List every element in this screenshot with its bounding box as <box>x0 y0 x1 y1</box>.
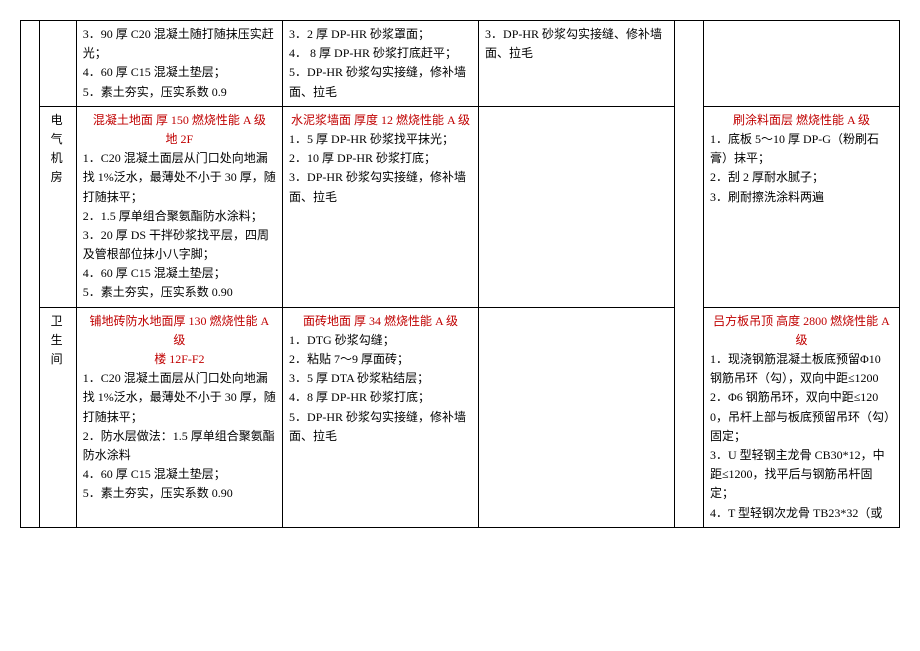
cell-item: 3．2 厚 DP-HR 砂浆罩面； <box>289 25 472 44</box>
cell-item: 2．防水层做法：1.5 厚单组合聚氨酯防水涂料 <box>83 427 276 465</box>
cell-subtitle: 楼 12F-F2 <box>83 350 276 369</box>
cell-item: 1．C20 混凝土面层从门口处向地漏找 1%泛水，最薄处不小于 30 厚，随打随… <box>83 149 276 207</box>
cell-item: 5．素土夯实，压实系数 0.9 <box>83 83 276 102</box>
cell-item: 4． 8 厚 DP-HR 砂浆打底赶平； <box>289 44 472 63</box>
cell-item: 2．1.5 厚单组合聚氨酯防水涂料； <box>83 207 276 226</box>
col-ceiling <box>703 21 899 107</box>
cell-title: 混凝土地面 厚 150 燃烧性能 A 级 <box>83 111 276 130</box>
cell-item: 1．DTG 砂浆勾缝； <box>289 331 472 350</box>
cell-title: 水泥浆墙面 厚度 12 燃烧性能 A 级 <box>289 111 472 130</box>
col-wall: 水泥浆墙面 厚度 12 燃烧性能 A 级1．5 厚 DP-HR 砂浆找平抹光；2… <box>283 106 479 307</box>
row-label <box>39 21 76 107</box>
col-floor: 3．90 厚 C20 混凝土随打随抹压实赶光；4．60 厚 C15 混凝土垫层；… <box>76 21 282 107</box>
cell-item: 4．8 厚 DP-HR 砂浆打底； <box>289 388 472 407</box>
row-label: 电气机房 <box>39 106 76 307</box>
cell-item: 5．素土夯实，压实系数 0.90 <box>83 484 276 503</box>
cell-item: 5．素土夯实，压实系数 0.90 <box>83 283 276 302</box>
cell-item: 2．刮 2 厚耐水腻子； <box>710 168 893 187</box>
cell-title: 刷涂料面层 燃烧性能 A 级 <box>710 111 893 130</box>
cell-item: 2．Φ6 钢筋吊环，双向中距≤1200，吊杆上部与板底预留吊环（勾）固定； <box>710 388 893 446</box>
cell-item: 3．90 厚 C20 混凝土随打随抹压实赶光； <box>83 25 276 63</box>
cell-item: 3．5 厚 DTA 砂浆粘结层； <box>289 369 472 388</box>
cell-item: 4．60 厚 C15 混凝土垫层； <box>83 63 276 82</box>
cell-item: 1．现浇钢筋混凝土板底预留Φ10 钢筋吊环（勾），双向中距≤1200 <box>710 350 893 388</box>
cell-item: 4．60 厚 C15 混凝土垫层； <box>83 264 276 283</box>
cell-title: 面砖地面 厚 34 燃烧性能 A 级 <box>289 312 472 331</box>
cell-item: 3．20 厚 DS 干拌砂浆找平层，四周及管根部位抹小八字脚； <box>83 226 276 264</box>
table-row: 卫生间铺地砖防水地面厚 130 燃烧性能 A 级楼 12F-F21．C20 混凝… <box>21 307 900 527</box>
cell-item: 3．DP-HR 砂浆勾实接缝、修补墙面、拉毛 <box>485 25 668 63</box>
cell-item: 4．60 厚 C15 混凝土垫层； <box>83 465 276 484</box>
cell-item: 1．底板 5～10 厚 DP-G（粉刷石膏）抹平； <box>710 130 893 168</box>
col-extra <box>479 106 675 307</box>
col-ceiling: 吕方板吊顶 高度 2800 燃烧性能 A 级1．现浇钢筋混凝土板底预留Φ10 钢… <box>703 307 899 527</box>
cell-item: 1．C20 混凝土面层从门口处向地漏找 1%泛水，最薄处不小于 30 厚，随打随… <box>83 369 276 427</box>
col-wall: 面砖地面 厚 34 燃烧性能 A 级1．DTG 砂浆勾缝；2．粘贴 7～9 厚面… <box>283 307 479 527</box>
cell-title: 铺地砖防水地面厚 130 燃烧性能 A 级 <box>83 312 276 350</box>
cell-item: 4．T 型轻钢次龙骨 TB23*32（或 <box>710 504 893 523</box>
cell-title: 吕方板吊顶 高度 2800 燃烧性能 A 级 <box>710 312 893 350</box>
col-floor: 铺地砖防水地面厚 130 燃烧性能 A 级楼 12F-F21．C20 混凝土面层… <box>76 307 282 527</box>
col-extra <box>479 307 675 527</box>
spec-table: 3．90 厚 C20 混凝土随打随抹压实赶光；4．60 厚 C15 混凝土垫层；… <box>20 20 900 528</box>
table-row: 3．90 厚 C20 混凝土随打随抹压实赶光；4．60 厚 C15 混凝土垫层；… <box>21 21 900 107</box>
cell-item: 2．10 厚 DP-HR 砂浆打底； <box>289 149 472 168</box>
cell-item: 3．刷耐擦洗涂料两遍 <box>710 188 893 207</box>
col-ceiling: 刷涂料面层 燃烧性能 A 级1．底板 5～10 厚 DP-G（粉刷石膏）抹平；2… <box>703 106 899 307</box>
row-label: 卫生间 <box>39 307 76 527</box>
col-extra: 3．DP-HR 砂浆勾实接缝、修补墙面、拉毛 <box>479 21 675 107</box>
leading-col <box>21 21 40 528</box>
cell-item: 2．粘贴 7～9 厚面砖； <box>289 350 472 369</box>
cell-item: 3．U 型轻钢主龙骨 CB30*12，中距≤1200，找平后与钢筋吊杆固定； <box>710 446 893 504</box>
spacer-col <box>675 21 704 528</box>
cell-item: 5．DP-HR 砂浆勾实接缝，修补墙面、拉毛 <box>289 63 472 101</box>
cell-item: 1．5 厚 DP-HR 砂浆找平抹光； <box>289 130 472 149</box>
col-wall: 3．2 厚 DP-HR 砂浆罩面；4． 8 厚 DP-HR 砂浆打底赶平；5．D… <box>283 21 479 107</box>
col-floor: 混凝土地面 厚 150 燃烧性能 A 级地 2F1．C20 混凝土面层从门口处向… <box>76 106 282 307</box>
table-row: 电气机房混凝土地面 厚 150 燃烧性能 A 级地 2F1．C20 混凝土面层从… <box>21 106 900 307</box>
cell-subtitle: 地 2F <box>83 130 276 149</box>
cell-item: 5．DP-HR 砂浆勾实接缝，修补墙面、拉毛 <box>289 408 472 446</box>
cell-item: 3．DP-HR 砂浆勾实接缝，修补墙面、拉毛 <box>289 168 472 206</box>
